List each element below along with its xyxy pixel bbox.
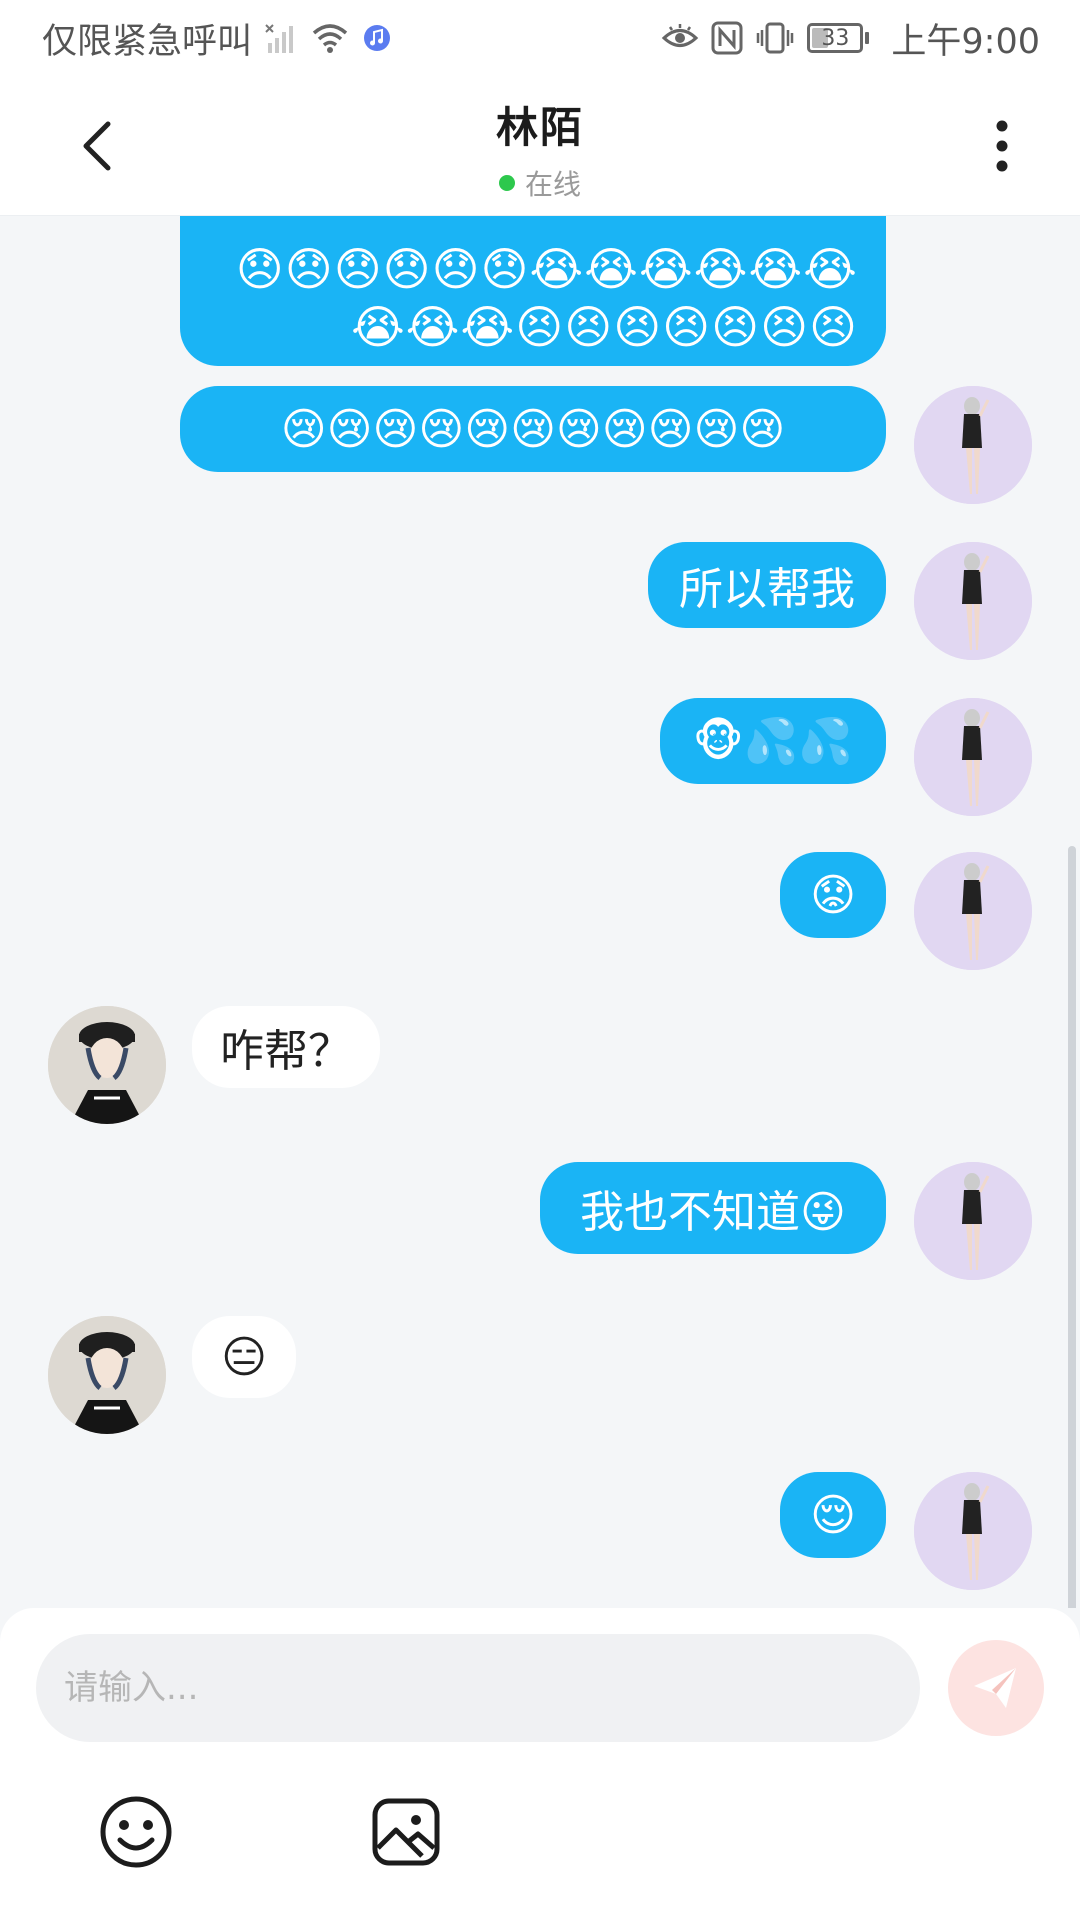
back-arrow-icon <box>83 121 111 171</box>
signal-icon <box>264 21 298 55</box>
send-button[interactable] <box>948 1640 1044 1736</box>
message-list[interactable]: 😞😞😞😞😞😞😭😭😭😭😭😭😭😭😭😣😣😣😣😣😣😣 😢😢😢😢😢😢😢😢😢😢😢 所以帮我 <box>0 216 1080 1608</box>
message-text: 我也不知道😜 <box>580 1187 846 1238</box>
my-avatar[interactable] <box>914 698 1032 816</box>
status-left: 仅限紧急呼叫 <box>42 13 392 64</box>
message-text: 🐵💦💦 <box>692 716 854 767</box>
presence-status: 在线 <box>340 163 740 203</box>
battery-icon: 33 <box>807 23 870 53</box>
my-avatar[interactable] <box>914 542 1032 660</box>
clock: 上午9:00 <box>891 21 1040 62</box>
my-avatar[interactable] <box>914 1472 1032 1590</box>
carrier-text: 仅限紧急呼叫 <box>42 21 253 62</box>
emoji-button[interactable] <box>96 1792 176 1872</box>
message-bubble-outgoing[interactable]: 我也不知道😜 <box>540 1162 886 1254</box>
image-icon <box>372 1798 440 1866</box>
status-right: 33 上午9:00 <box>661 13 1040 64</box>
message-text: 😑 <box>221 1331 267 1383</box>
message-bubble-outgoing[interactable]: 😞😞😞😞😞😞😭😭😭😭😭😭😭😭😭😣😣😣😣😣😣😣 <box>180 216 886 366</box>
composer <box>0 1608 1080 1920</box>
eye-comfort-icon <box>661 23 699 53</box>
image-button[interactable] <box>366 1792 446 1872</box>
contact-avatar[interactable] <box>48 1316 166 1434</box>
more-vertical-icon <box>996 120 1008 172</box>
battery-level: 33 <box>821 25 850 51</box>
message-text: 😟 <box>810 869 856 921</box>
message-text: 😌 <box>810 1489 856 1541</box>
presence-text: 在线 <box>524 168 581 201</box>
message-text: 咋帮？ <box>220 1026 352 1077</box>
contact-avatar[interactable] <box>48 1006 166 1124</box>
online-dot-icon <box>498 175 515 191</box>
vibrate-icon <box>755 21 795 55</box>
title-block: 林陌 在线 <box>340 94 740 203</box>
my-avatar[interactable] <box>914 386 1032 504</box>
message-text: 😞😞😞😞😞😞😭😭😭😭😭😭😭😭😭😣😣😣😣😣😣😣 <box>235 242 858 354</box>
my-avatar[interactable] <box>914 852 1032 970</box>
message-bubble-outgoing[interactable]: 所以帮我 <box>648 542 886 628</box>
message-bubble-outgoing[interactable]: 😢😢😢😢😢😢😢😢😢😢😢 <box>180 386 886 472</box>
message-bubble-outgoing[interactable]: 😌 <box>780 1472 886 1558</box>
emoji-icon <box>100 1796 172 1868</box>
chat-header: 林陌 在线 <box>0 76 1080 216</box>
message-bubble-incoming[interactable]: 😑 <box>192 1316 296 1398</box>
message-bubble-outgoing[interactable]: 🐵💦💦 <box>660 698 886 784</box>
message-bubble-outgoing[interactable]: 😟 <box>780 852 886 938</box>
my-avatar[interactable] <box>914 1162 1032 1280</box>
music-app-icon <box>362 23 392 53</box>
message-input[interactable] <box>36 1634 920 1742</box>
back-button[interactable] <box>60 108 136 184</box>
contact-name: 林陌 <box>495 103 584 152</box>
more-options-button[interactable] <box>964 108 1040 184</box>
nfc-icon <box>711 21 743 55</box>
status-bar: 仅限紧急呼叫 33 上午9:00 <box>0 0 1080 76</box>
message-text: 所以帮我 <box>679 564 855 615</box>
message-bubble-incoming[interactable]: 咋帮？ <box>192 1006 380 1088</box>
send-icon <box>974 1668 1016 1708</box>
chat-scrollbar[interactable] <box>1068 846 1076 1608</box>
wifi-icon <box>310 21 350 55</box>
message-text: 😢😢😢😢😢😢😢😢😢😢😢 <box>280 403 786 455</box>
